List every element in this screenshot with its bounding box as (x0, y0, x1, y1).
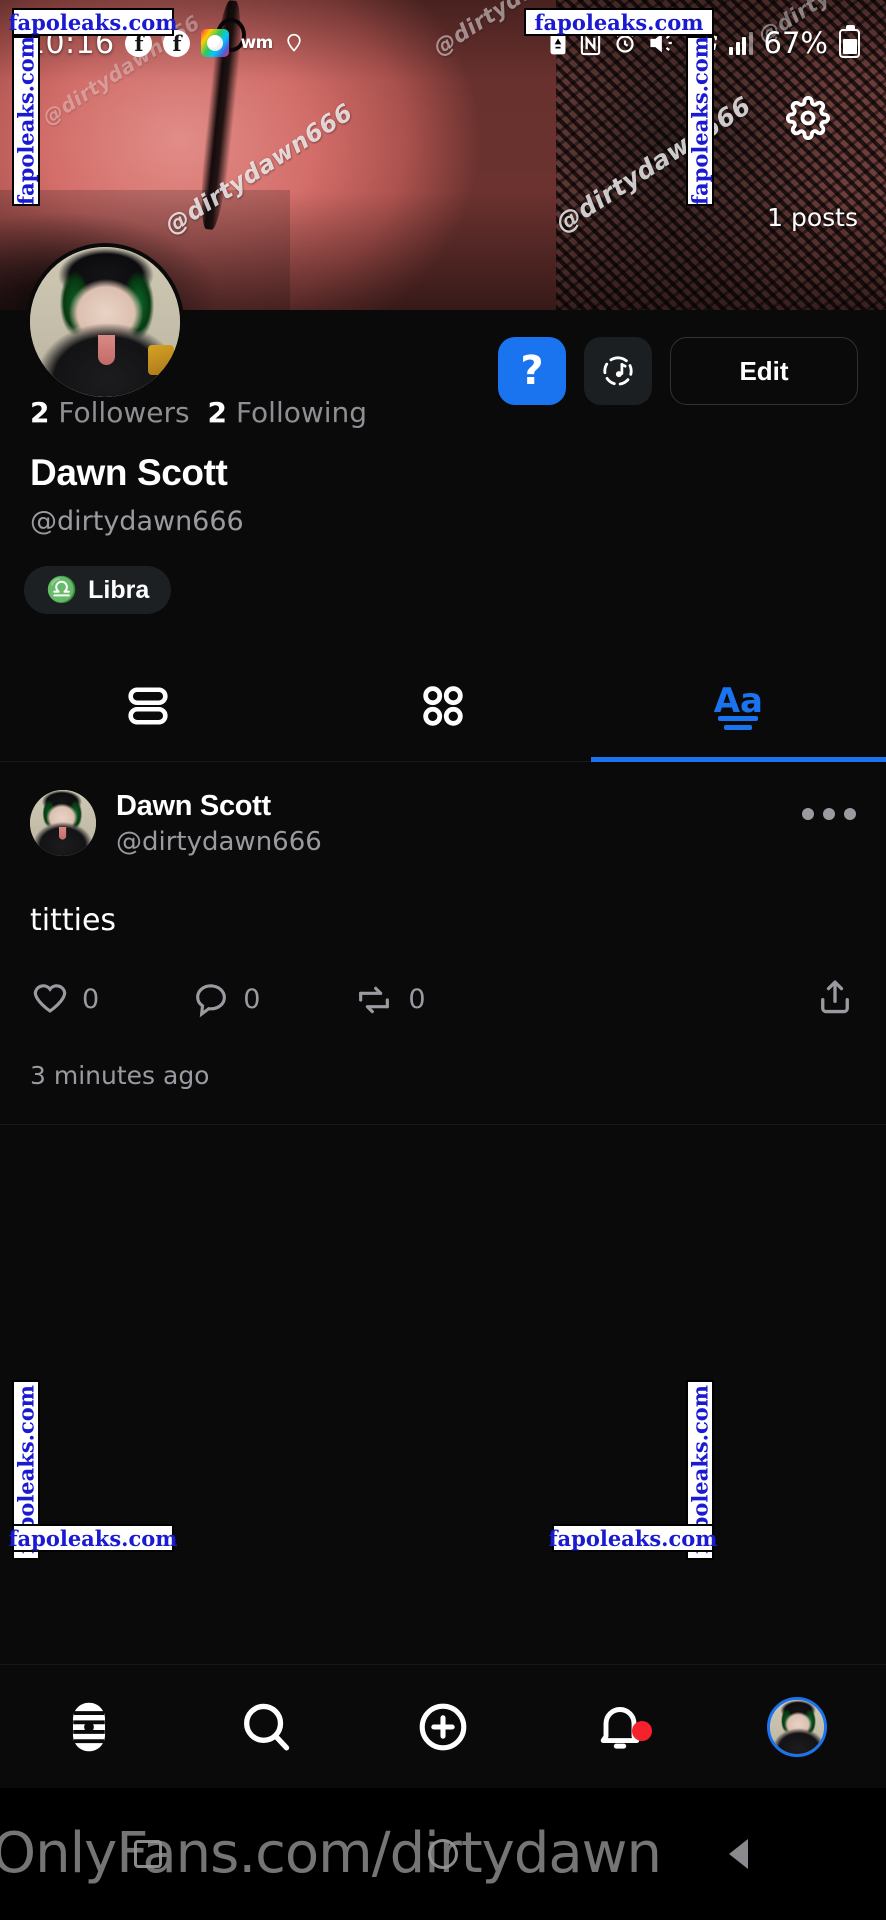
nav-home[interactable] (0, 1696, 177, 1758)
post-author-handle: @dirtydawn666 (116, 827, 322, 857)
notification-badge (632, 1720, 653, 1741)
site-watermark: fapoleaks.com (548, 1524, 718, 1552)
avatar-detail (59, 827, 67, 840)
rainbow-app-icon (201, 29, 230, 57)
profile-tabs: Aa (0, 650, 886, 762)
site-watermark: fapoleaks.com (686, 36, 714, 206)
nav-search[interactable] (177, 1698, 354, 1756)
profile-section: ? Edit 2 Followers 2 Following Dawn Scot… (0, 243, 886, 650)
zodiac-badge[interactable]: ♎ Libra (24, 566, 172, 614)
nav-avatar-image (770, 1699, 825, 1754)
site-watermark: fapoleaks.com (524, 8, 714, 36)
nav-notifications[interactable] (532, 1699, 709, 1755)
share-icon[interactable] (814, 976, 856, 1023)
profile-avatar-icon (767, 1696, 828, 1757)
onlyfans-url-watermark: OnlyFans.com/dirtydawn (0, 1821, 662, 1886)
battery-icon (839, 24, 860, 58)
post-header: Dawn Scott @dirtydawn666 (30, 790, 856, 857)
nav-profile[interactable] (709, 1696, 886, 1757)
avatar-detail (148, 345, 174, 375)
avatar[interactable] (26, 243, 184, 401)
post-card: Dawn Scott @dirtydawn666 titties 0 0 0 3… (0, 762, 886, 1125)
tab-list-view[interactable] (0, 650, 295, 762)
like-button[interactable]: 0 (30, 980, 99, 1020)
followers-count: 2 (30, 396, 50, 429)
bottom-navigation (0, 1664, 886, 1788)
following-label: Following (235, 396, 368, 429)
followers-stat[interactable]: 2 Followers (30, 396, 190, 429)
following-count: 2 (207, 396, 228, 429)
post-author-avatar[interactable] (30, 790, 96, 856)
post-author-name: Dawn Scott (116, 790, 271, 822)
profile-display-name: Dawn Scott (30, 452, 228, 493)
more-options-icon[interactable] (802, 790, 856, 820)
like-count: 0 (82, 984, 100, 1015)
nav-create[interactable] (354, 1698, 531, 1756)
zodiac-label: Libra (88, 575, 150, 604)
post-actions: 0 0 0 (30, 976, 856, 1023)
post-body-text: titties (30, 903, 117, 938)
location-icon (284, 30, 304, 56)
help-button[interactable]: ? (498, 337, 566, 405)
text-underline-icon (718, 715, 759, 734)
music-icon[interactable] (584, 337, 652, 405)
posts-count: 1 posts (767, 203, 858, 232)
site-watermark: fapoleaks.com (12, 36, 40, 206)
profile-handle: @dirtydawn666 (30, 506, 244, 537)
tab-text-posts-label: Aa (713, 680, 763, 721)
battery-percent: 67% (763, 26, 828, 60)
post-timestamp: 3 minutes ago (30, 1061, 210, 1090)
comment-count: 0 (243, 984, 261, 1015)
signal-bars-icon (729, 31, 753, 55)
followers-label: Followers (58, 396, 190, 429)
libra-icon: ♎ (46, 575, 78, 604)
avatar-detail (98, 335, 115, 365)
following-stat[interactable]: 2 Following (208, 396, 368, 429)
gear-icon[interactable] (785, 95, 831, 141)
tab-grid-view[interactable] (295, 650, 590, 762)
repost-count: 0 (408, 984, 426, 1015)
wm-icon: wm (240, 33, 273, 53)
app-root: @dirtydawn666 @dirtydawn666 @dirtydawn66… (0, 0, 886, 1920)
repost-button[interactable]: 0 (352, 980, 426, 1020)
comment-button[interactable]: 0 (191, 980, 260, 1020)
post-author-info: Dawn Scott @dirtydawn666 (116, 790, 322, 857)
edit-profile-button[interactable]: Edit (670, 337, 858, 405)
post-avatar-image (30, 790, 96, 856)
profile-actions: ? Edit (498, 337, 858, 405)
site-watermark: fapoleaks.com (8, 8, 178, 36)
tab-text-posts[interactable]: Aa (590, 650, 886, 762)
profile-stats: 2 Followers 2 Following (30, 396, 367, 429)
site-watermark: fapoleaks.com (8, 1524, 178, 1552)
